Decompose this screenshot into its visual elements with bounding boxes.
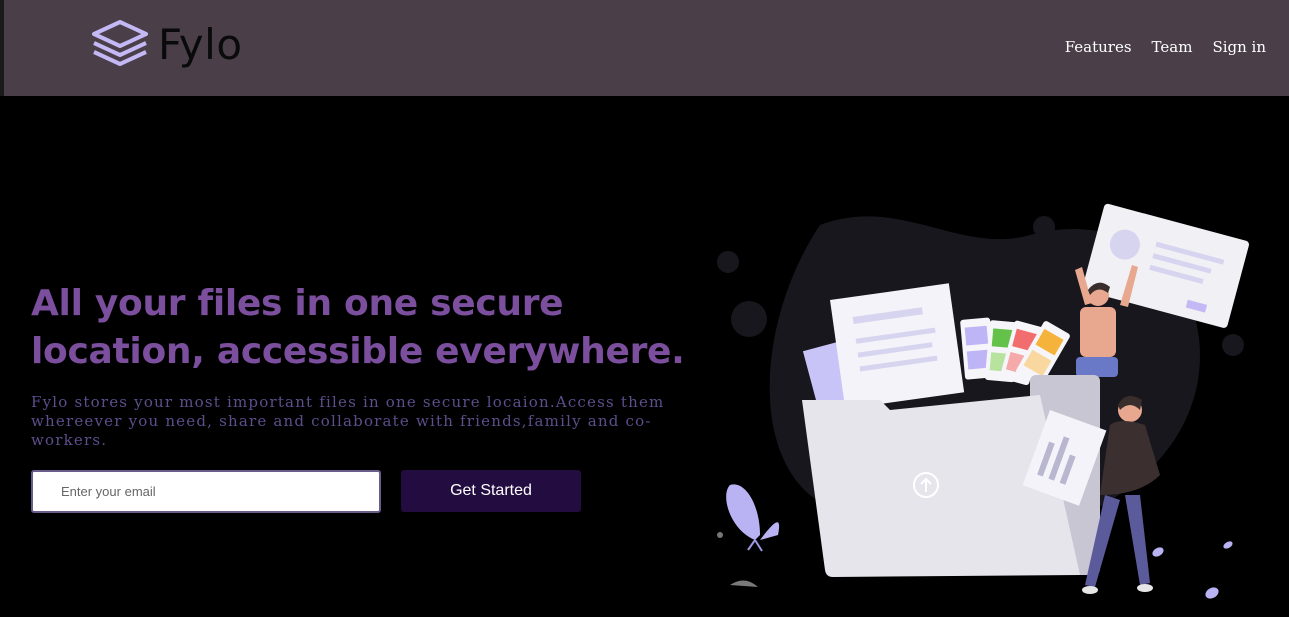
leaf-decorations [1152,541,1233,599]
get-started-button[interactable]: Get Started [401,470,581,512]
hero-headline: All your files in one secure location, a… [31,283,685,372]
decor-dot [1222,334,1244,356]
hero-illustration [717,203,1249,599]
nav-features-link[interactable]: Features [1065,38,1132,56]
decor-dot [731,301,767,337]
brand-logo[interactable]: Fylo [88,16,243,72]
brand-name: Fylo [158,19,243,69]
decor-dot [717,251,739,273]
main-nav: Features Team Sign in [1065,38,1266,56]
plant-decoration [717,484,780,587]
nav-team-link[interactable]: Team [1152,38,1193,56]
stacked-layers-icon [92,20,148,66]
nav-sign-in-link[interactable]: Sign in [1212,38,1266,56]
decor-dot [1033,216,1055,238]
hero-description: Fylo stores your most important files in… [31,393,665,449]
email-input[interactable] [31,470,381,513]
site-header: Fylo Features Team Sign in [0,0,1289,96]
